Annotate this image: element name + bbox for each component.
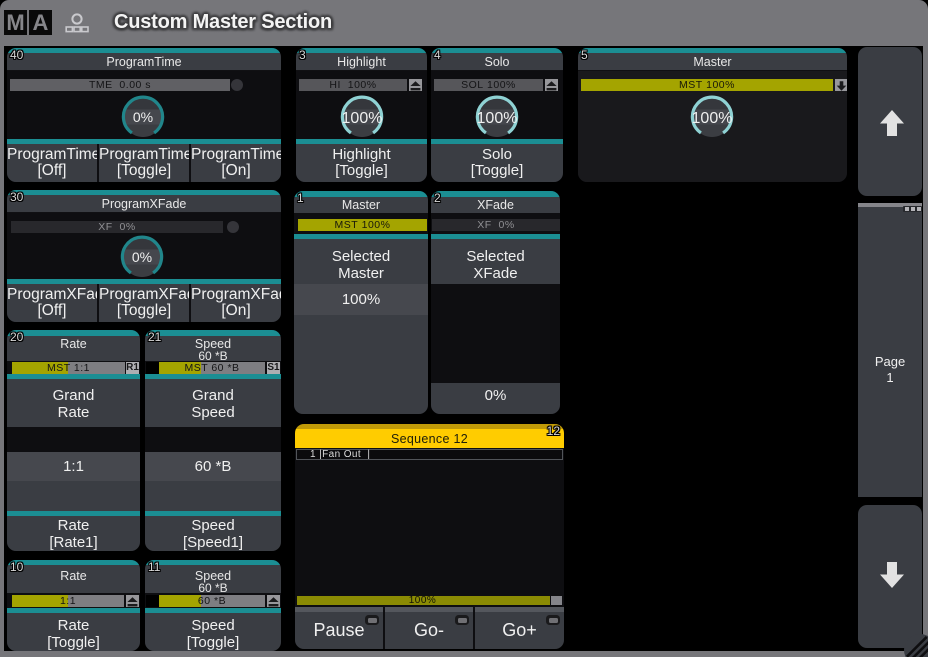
- svg-text:100%: 100%: [342, 110, 383, 127]
- svg-text:0%: 0%: [132, 249, 152, 265]
- svg-text:0%: 0%: [133, 109, 153, 125]
- svg-text:100%: 100%: [692, 110, 733, 127]
- svg-text:100%: 100%: [477, 110, 518, 127]
